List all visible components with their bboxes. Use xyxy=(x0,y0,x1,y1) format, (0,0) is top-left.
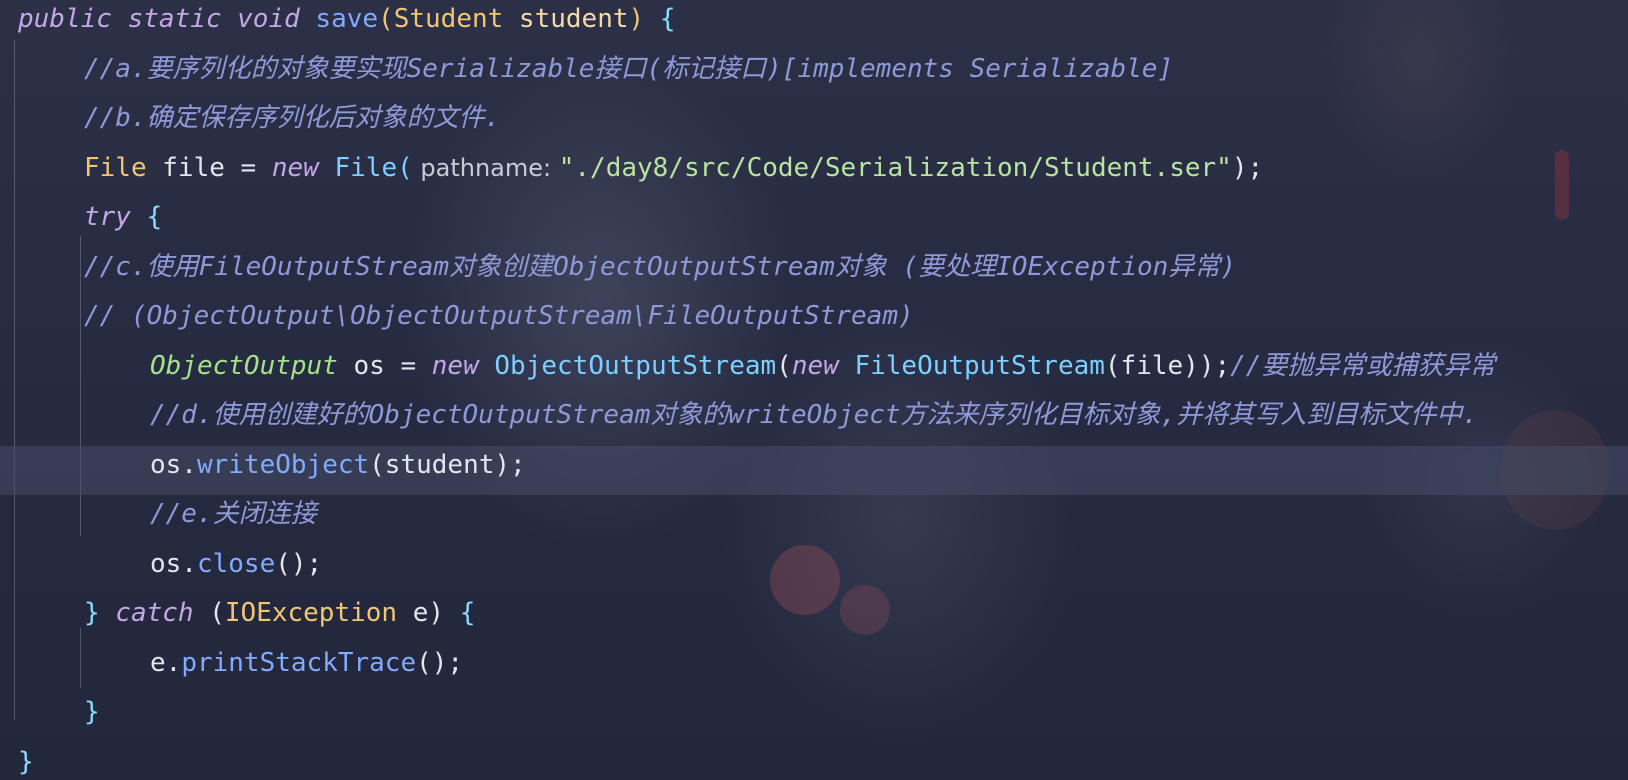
code-line[interactable]: //c.使用FileOutputStream对象创建ObjectOutputSt… xyxy=(0,248,1628,298)
code-token: } xyxy=(84,697,100,727)
code-token: { xyxy=(659,4,676,34)
code-comment: //a.要序列化的对象要实现Serializable接口(标记接口)[imple… xyxy=(84,53,1174,84)
code-token: new xyxy=(431,350,495,381)
code-line[interactable]: //e.关闭连接 xyxy=(0,495,1628,545)
code-token: (); xyxy=(416,647,464,678)
code-editor[interactable]: public static void save(Student student)… xyxy=(0,0,1628,780)
code-token: Student xyxy=(393,4,504,34)
code-line[interactable]: //d.使用创建好的ObjectOutputStream对象的writeObje… xyxy=(0,396,1628,446)
code-token: os xyxy=(337,350,401,381)
code-token: close xyxy=(196,548,276,579)
code-token: File( xyxy=(334,152,413,183)
code-token: = xyxy=(240,152,272,183)
code-comment: //d.使用创建好的ObjectOutputStream对象的writeObje… xyxy=(150,400,1478,430)
code-token: "./day8/src/Code/Serialization/Student.s… xyxy=(558,152,1232,183)
code-token: (file)); xyxy=(1104,350,1231,381)
code-token: new xyxy=(791,350,855,381)
code-token: { xyxy=(459,598,476,628)
code-token: try xyxy=(84,202,147,232)
code-token: catch xyxy=(115,598,210,628)
code-token: student xyxy=(503,4,629,34)
code-line[interactable]: File file = new File( pathname: "./day8/… xyxy=(0,149,1628,199)
code-token: e) xyxy=(397,598,460,628)
code-token: writeObject xyxy=(196,449,370,480)
code-token: new xyxy=(271,152,335,183)
code-line[interactable]: try { xyxy=(0,198,1628,248)
parameter-hint: pathname: xyxy=(412,153,559,182)
code-token: ObjectOutput xyxy=(150,350,338,381)
code-token: ); xyxy=(1231,152,1264,183)
code-line[interactable]: //a.要序列化的对象要实现Serializable接口(标记接口)[imple… xyxy=(0,50,1628,100)
code-token: } xyxy=(18,746,34,777)
code-comment: //要抛异常或捕获异常 xyxy=(1230,350,1496,381)
code-comment: //c.使用FileOutputStream对象创建ObjectOutputSt… xyxy=(84,251,1236,282)
code-line[interactable]: public static void save(Student student)… xyxy=(0,0,1628,50)
code-token: ) xyxy=(628,4,660,34)
code-token: os. xyxy=(150,449,197,480)
code-comment: //e.关闭连接 xyxy=(150,499,317,529)
code-token: file xyxy=(146,152,241,183)
code-line[interactable]: e.printStackTrace(); xyxy=(0,644,1628,694)
code-line[interactable]: } xyxy=(0,693,1628,743)
code-line[interactable]: ObjectOutput os = new ObjectOutputStream… xyxy=(0,347,1628,397)
code-token: ObjectOutputStream xyxy=(494,350,777,381)
code-token: File xyxy=(84,152,147,183)
code-token: ( xyxy=(776,350,792,381)
code-token: { xyxy=(146,202,163,232)
code-comment: // (ObjectOutput\ObjectOutputStream\File… xyxy=(84,301,914,331)
code-token: ( xyxy=(209,598,225,628)
code-token: printStackTrace xyxy=(181,647,417,678)
code-token: } xyxy=(84,598,116,628)
code-token: (student); xyxy=(369,449,526,480)
code-comment: //b.确定保存序列化后对象的文件. xyxy=(84,103,501,133)
code-token: IOException xyxy=(224,598,398,628)
code-token: os. xyxy=(150,548,197,579)
code-token: save xyxy=(315,4,379,34)
code-line[interactable]: // (ObjectOutput\ObjectOutputStream\File… xyxy=(0,297,1628,347)
code-token: = xyxy=(400,350,432,381)
code-line[interactable]: } xyxy=(0,743,1628,780)
code-line[interactable]: os.close(); xyxy=(0,545,1628,595)
code-token: e. xyxy=(150,647,182,678)
code-line[interactable]: //b.确定保存序列化后对象的文件. xyxy=(0,99,1628,149)
code-token: (); xyxy=(275,548,323,579)
code-token: public static void xyxy=(18,4,316,34)
code-token: FileOutputStream xyxy=(854,350,1105,381)
code-token: ( xyxy=(378,4,394,34)
code-line[interactable]: } catch (IOException e) { xyxy=(0,594,1628,644)
code-line-current[interactable]: os.writeObject(student); xyxy=(0,445,1628,495)
